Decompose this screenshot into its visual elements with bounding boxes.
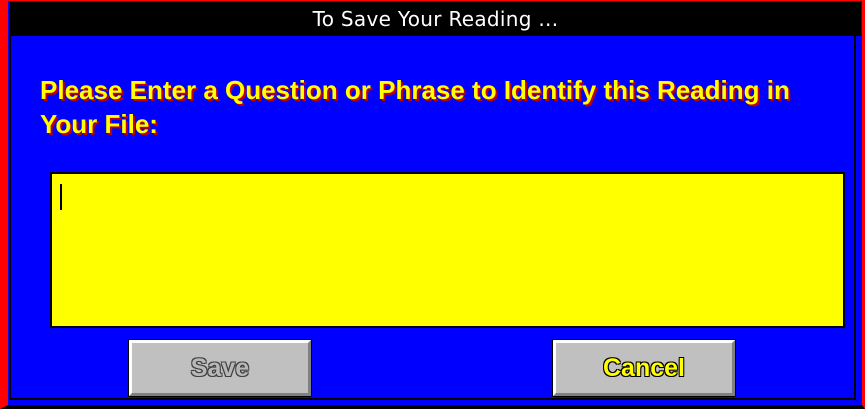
save-button[interactable]: Save — [128, 339, 312, 397]
dialog-title-bar[interactable]: To Save Your Reading ... — [10, 2, 861, 36]
text-caret — [60, 184, 62, 210]
reading-name-input[interactable] — [50, 172, 845, 328]
cancel-button-label: Cancel — [603, 354, 685, 382]
save-button-label: Save — [190, 354, 250, 382]
entry-prompt: Please Enter a Question or Phrase to Ide… — [40, 75, 790, 139]
cancel-button[interactable]: Cancel — [552, 339, 736, 397]
save-reading-dialog: To Save Your Reading ... Please Enter a … — [0, 0, 865, 409]
dialog-title: To Save Your Reading ... — [312, 7, 559, 31]
